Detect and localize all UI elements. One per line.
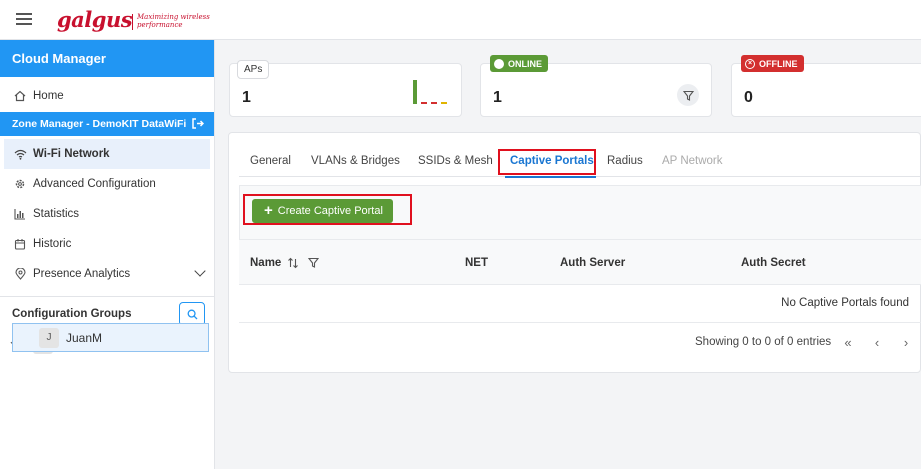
bar-chart-icon — [13, 207, 27, 221]
sidebar-item-advanced-configuration[interactable]: Advanced Configuration — [0, 169, 214, 199]
active-tab-indicator — [505, 176, 596, 178]
close-circle-icon: × — [745, 58, 755, 69]
pagination-summary: Showing 0 to 0 of 0 entries — [695, 336, 832, 348]
offline-value: 0 — [744, 89, 753, 106]
sidebar-title: Cloud Manager — [0, 40, 214, 77]
chevron-down-icon[interactable] — [194, 265, 206, 277]
tab-radius[interactable]: Radius — [607, 145, 643, 177]
online-label: ONLINE — [508, 58, 543, 69]
online-dot-icon — [494, 58, 504, 69]
tab-ap-network: AP Network — [662, 155, 723, 167]
highlight-box-create — [243, 194, 412, 225]
sidebar-item-home[interactable]: Home — [0, 81, 214, 111]
brand-tagline: Maximizing wireless performance — [137, 13, 210, 29]
top-bar: galgus Maximizing wireless performance — [0, 0, 921, 40]
sidebar-item-label: Presence Analytics — [33, 268, 131, 280]
tab-general[interactable]: General — [250, 145, 291, 177]
sidebar-item-label: Statistics — [33, 208, 80, 220]
gear-icon — [13, 177, 27, 191]
sidebar-item-label: Advanced Configuration — [33, 178, 156, 190]
filter-icon[interactable] — [308, 257, 320, 268]
brand-logo[interactable]: galgus — [57, 7, 133, 32]
online-value: 1 — [493, 89, 502, 106]
avatar: J — [39, 327, 59, 348]
sidebar-item-label: Home — [33, 90, 64, 102]
tab-ssids-mesh[interactable]: SSIDs & Mesh — [418, 145, 493, 177]
sidebar-item-label: Historic — [33, 238, 72, 250]
next-page-icon[interactable]: › — [898, 334, 914, 350]
column-header-auth-server: Auth Server — [560, 256, 626, 269]
status-mini-chart — [413, 80, 447, 104]
column-header-net: NET — [465, 256, 488, 269]
highlight-box-tab — [498, 149, 596, 175]
offline-label: OFFLINE — [759, 58, 798, 69]
previous-page-icon[interactable]: ‹ — [869, 334, 885, 350]
sidebar-item-presence-analytics[interactable]: Presence Analytics — [0, 259, 214, 289]
offline-badge: × OFFLINE — [741, 55, 804, 72]
wifi-icon — [13, 147, 27, 161]
logo-divider — [132, 14, 133, 30]
table-header: Name NET Auth Server Auth Secret — [239, 240, 921, 285]
column-label: Name — [250, 256, 282, 269]
zone-manager-label: Zone Manager - DemoKIT DataWiFi — [12, 118, 187, 130]
tree-node-label: JuanM — [66, 330, 103, 345]
search-icon — [187, 309, 197, 319]
sort-icon[interactable] — [287, 257, 299, 269]
zone-manager-bar: Zone Manager - DemoKIT DataWiFi — [0, 112, 214, 136]
calendar-icon — [13, 237, 27, 251]
configuration-groups-title: Configuration Groups — [12, 308, 132, 320]
sidebar-item-historic[interactable]: Historic — [0, 229, 214, 259]
sidebar-item-statistics[interactable]: Statistics — [0, 199, 214, 229]
captive-portals-panel: General VLANs & Bridges SSIDs & Mesh Cap… — [228, 132, 921, 373]
filter-icon — [682, 90, 694, 101]
aps-card: APs 1 — [229, 60, 462, 117]
pagination: Showing 0 to 0 of 0 entries « ‹ › — [239, 323, 921, 363]
online-card: ONLINE 1 — [480, 55, 712, 117]
menu-icon[interactable] — [16, 13, 32, 26]
table-empty-row: No Captive Portals found — [239, 285, 921, 323]
logout-icon[interactable] — [191, 117, 205, 133]
aps-value: 1 — [242, 89, 251, 106]
column-header-name[interactable]: Name — [250, 240, 320, 285]
column-header-auth-secret: Auth Secret — [741, 256, 806, 269]
aps-label: APs — [237, 60, 270, 79]
online-badge: ONLINE — [490, 55, 549, 72]
sidebar-item-label: Wi-Fi Network — [33, 148, 110, 160]
tab-vlans-bridges[interactable]: VLANs & Bridges — [311, 145, 400, 177]
tree-node-juanm[interactable]: J JuanM — [12, 323, 209, 352]
empty-message: No Captive Portals found — [781, 297, 909, 309]
sidebar: Cloud Manager Home Zone Manager - DemoKI… — [0, 40, 215, 469]
filter-button[interactable] — [677, 84, 699, 106]
first-page-icon[interactable]: « — [840, 334, 856, 350]
offline-card: × OFFLINE 0 — [731, 55, 921, 117]
location-pin-icon — [13, 267, 27, 281]
sidebar-item-wifi-network[interactable]: Wi-Fi Network — [4, 139, 210, 169]
home-icon — [13, 89, 27, 103]
